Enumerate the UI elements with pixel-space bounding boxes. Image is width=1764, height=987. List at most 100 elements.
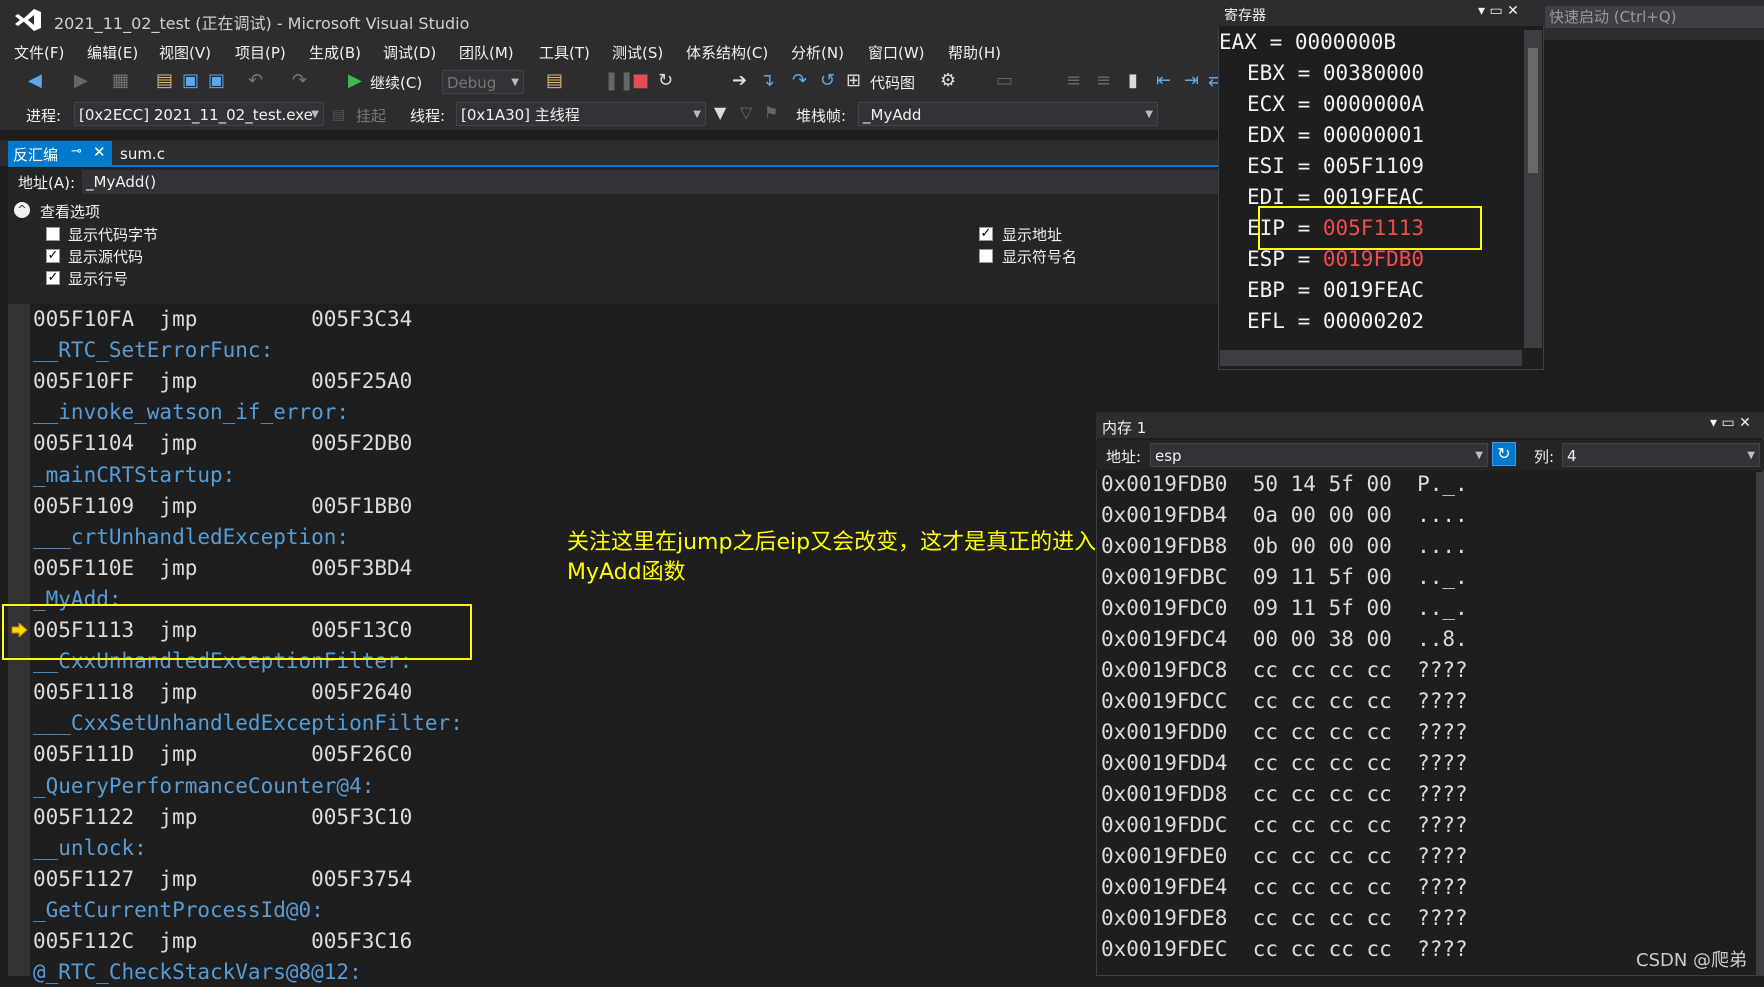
- disasm-code-line[interactable]: 005F10FA jmp 005F3C34: [33, 304, 412, 334]
- menu-team[interactable]: 团队(M): [459, 42, 514, 63]
- register-row[interactable]: EFL = 00000202: [1247, 309, 1424, 333]
- step-over-icon[interactable]: ↷: [792, 70, 807, 92]
- address-input[interactable]: _MyAdd(): [82, 170, 1240, 194]
- memory-row[interactable]: 0x0019FDB0 50 14 5f 00 P._.: [1101, 472, 1468, 496]
- undo-icon[interactable]: ↶: [248, 70, 263, 92]
- memory-row[interactable]: 0x0019FDDC cc cc cc cc ????: [1101, 813, 1468, 837]
- memory-row[interactable]: 0x0019FDD0 cc cc cc cc ????: [1101, 720, 1468, 744]
- save-all-icon[interactable]: ▣: [208, 70, 225, 92]
- window-controls-icon[interactable]: ▾ ▭ ✕: [1710, 415, 1751, 431]
- open-file-icon[interactable]: ▤: [156, 70, 173, 92]
- back-icon[interactable]: ◀: [28, 70, 42, 92]
- refresh-icon[interactable]: ↻: [1492, 442, 1516, 466]
- menu-architecture[interactable]: 体系结构(C): [686, 42, 768, 63]
- continue-button[interactable]: 继续(C): [370, 72, 422, 93]
- memory-row[interactable]: 0x0019FDD8 cc cc cc cc ????: [1101, 782, 1468, 806]
- register-row[interactable]: ESI = 005F1109: [1247, 154, 1424, 178]
- disasm-code-line[interactable]: 005F111D jmp 005F26C0: [33, 739, 412, 769]
- memory-row[interactable]: 0x0019FDE4 cc cc cc cc ????: [1101, 875, 1468, 899]
- menu-debug[interactable]: 调试(D): [383, 42, 436, 63]
- disasm-label-line[interactable]: __unlock:: [33, 833, 147, 863]
- show-next-statement-icon[interactable]: ➔: [732, 70, 747, 92]
- menu-window[interactable]: 窗口(W): [868, 42, 925, 63]
- menu-view[interactable]: 视图(V): [159, 42, 211, 63]
- quick-launch-input[interactable]: 快速启动 (Ctrl+Q): [1545, 6, 1764, 28]
- memory-row[interactable]: 0x0019FDC8 cc cc cc cc ????: [1101, 658, 1468, 682]
- continue-icon[interactable]: ▶: [348, 70, 362, 92]
- filter-clear-icon[interactable]: ▽: [740, 102, 752, 124]
- find-in-files-icon[interactable]: ▤: [546, 70, 563, 92]
- show-address-checkbox[interactable]: ✓: [979, 227, 993, 241]
- tab-sum-c[interactable]: sum.c: [120, 145, 165, 163]
- diagnostics-icon[interactable]: ⚙: [940, 70, 956, 92]
- register-value[interactable]: 00000202: [1323, 309, 1424, 333]
- memory-row[interactable]: 0x0019FDC4 00 00 38 00 ..8.: [1101, 627, 1468, 651]
- register-row[interactable]: EDX = 00000001: [1247, 123, 1424, 147]
- disasm-label-line[interactable]: _mainCRTStartup:: [33, 460, 235, 490]
- register-value[interactable]: 005F1109: [1323, 154, 1424, 178]
- redo-icon[interactable]: ↷: [292, 70, 307, 92]
- register-row[interactable]: EAX = 0000000B: [1219, 30, 1396, 54]
- suspend-icon[interactable]: ▤: [332, 104, 345, 126]
- collapse-options-icon[interactable]: ^: [14, 202, 30, 218]
- filter-icon[interactable]: ▼: [714, 102, 726, 124]
- memory-columns-dropdown[interactable]: 4 ▼: [1562, 443, 1760, 467]
- disasm-label-line[interactable]: ___crtUnhandledException:: [33, 522, 349, 552]
- register-value[interactable]: 0019FDB0: [1323, 247, 1424, 271]
- config-dropdown[interactable]: Debug ▼: [442, 70, 524, 94]
- show-line-numbers-checkbox[interactable]: ✓: [46, 271, 60, 285]
- disasm-code-line[interactable]: 005F112C jmp 005F3C16: [33, 926, 412, 956]
- show-symbol-names-checkbox[interactable]: [979, 249, 993, 263]
- menu-test[interactable]: 测试(S): [612, 42, 663, 63]
- register-row[interactable]: EBP = 0019FEAC: [1247, 278, 1424, 302]
- align-icon[interactable]: ▭: [996, 70, 1013, 92]
- memory-row[interactable]: 0x0019FDCC cc cc cc cc ????: [1101, 689, 1468, 713]
- stop-debugging-icon[interactable]: ■: [632, 70, 649, 92]
- registers-horizontal-scrollbar[interactable]: [1220, 350, 1522, 366]
- register-row[interactable]: ESP = 0019FDB0: [1247, 247, 1424, 271]
- menu-project[interactable]: 项目(P): [235, 42, 286, 63]
- window-controls-icon[interactable]: ▾ ▭ ✕: [1478, 3, 1519, 19]
- register-value[interactable]: 0000000A: [1323, 92, 1424, 116]
- menu-analyze[interactable]: 分析(N): [791, 42, 844, 63]
- register-value[interactable]: 00000001: [1323, 123, 1424, 147]
- menu-edit[interactable]: 编辑(E): [87, 42, 138, 63]
- bookmark-icon[interactable]: ▮: [1128, 70, 1138, 92]
- memory-row[interactable]: 0x0019FDC0 09 11 5f 00 .._.: [1101, 596, 1468, 620]
- menu-file[interactable]: 文件(F): [14, 42, 64, 63]
- disasm-code-line[interactable]: 005F1122 jmp 005F3C10: [33, 802, 412, 832]
- thread-dropdown[interactable]: [0x1A30] 主线程 ▼: [456, 102, 706, 126]
- registers-scroll-thumb[interactable]: [1528, 48, 1538, 173]
- memory-row[interactable]: 0x0019FDBC 09 11 5f 00 .._.: [1101, 565, 1468, 589]
- indent-icon[interactable]: ≡: [1066, 70, 1081, 92]
- show-source-code-checkbox[interactable]: ✓: [46, 249, 60, 263]
- code-map-icon[interactable]: ⊞: [846, 70, 861, 92]
- disasm-code-line[interactable]: 005F10FF jmp 005F25A0: [33, 366, 412, 396]
- memory-row[interactable]: 0x0019FDEC cc cc cc cc ????: [1101, 937, 1468, 961]
- forward-icon[interactable]: ▶: [74, 70, 88, 92]
- disasm-code-line[interactable]: 005F1118 jmp 005F2640: [33, 677, 412, 707]
- flag-icon[interactable]: ⚑: [764, 102, 778, 124]
- register-value[interactable]: 00380000: [1323, 61, 1424, 85]
- disasm-label-line[interactable]: __invoke_watson_if_error:: [33, 397, 349, 427]
- show-code-bytes-checkbox[interactable]: [46, 227, 60, 241]
- memory-row[interactable]: 0x0019FDE0 cc cc cc cc ????: [1101, 844, 1468, 868]
- disasm-label-line[interactable]: ___CxxSetUnhandledExceptionFilter:: [33, 708, 463, 738]
- menu-build[interactable]: 生成(B): [309, 42, 361, 63]
- register-row[interactable]: EBX = 00380000: [1247, 61, 1424, 85]
- memory-row[interactable]: 0x0019FDB8 0b 00 00 00 ....: [1101, 534, 1468, 558]
- register-row[interactable]: ECX = 0000000A: [1247, 92, 1424, 116]
- restart-icon[interactable]: ↻: [658, 70, 673, 92]
- prev-bookmark-icon[interactable]: ⇤: [1156, 70, 1171, 92]
- memory-address-input[interactable]: esp ▼: [1150, 443, 1488, 467]
- disasm-label-line[interactable]: _GetCurrentProcessId@0:: [33, 895, 324, 925]
- disasm-code-line[interactable]: 005F1109 jmp 005F1BB0: [33, 491, 412, 521]
- disasm-code-line[interactable]: 005F1104 jmp 005F2DB0: [33, 428, 412, 458]
- disasm-label-line[interactable]: _QueryPerformanceCounter@4:: [33, 771, 374, 801]
- code-map-button[interactable]: 代码图: [870, 72, 915, 93]
- stackframe-dropdown[interactable]: _MyAdd ▼: [858, 102, 1158, 126]
- process-dropdown[interactable]: [0x2ECC] 2021_11_02_test.exe ▼: [74, 102, 324, 126]
- memory-row[interactable]: 0x0019FDD4 cc cc cc cc ????: [1101, 751, 1468, 775]
- break-all-icon[interactable]: ❚❚: [604, 70, 634, 92]
- menu-tools[interactable]: 工具(T): [539, 42, 590, 63]
